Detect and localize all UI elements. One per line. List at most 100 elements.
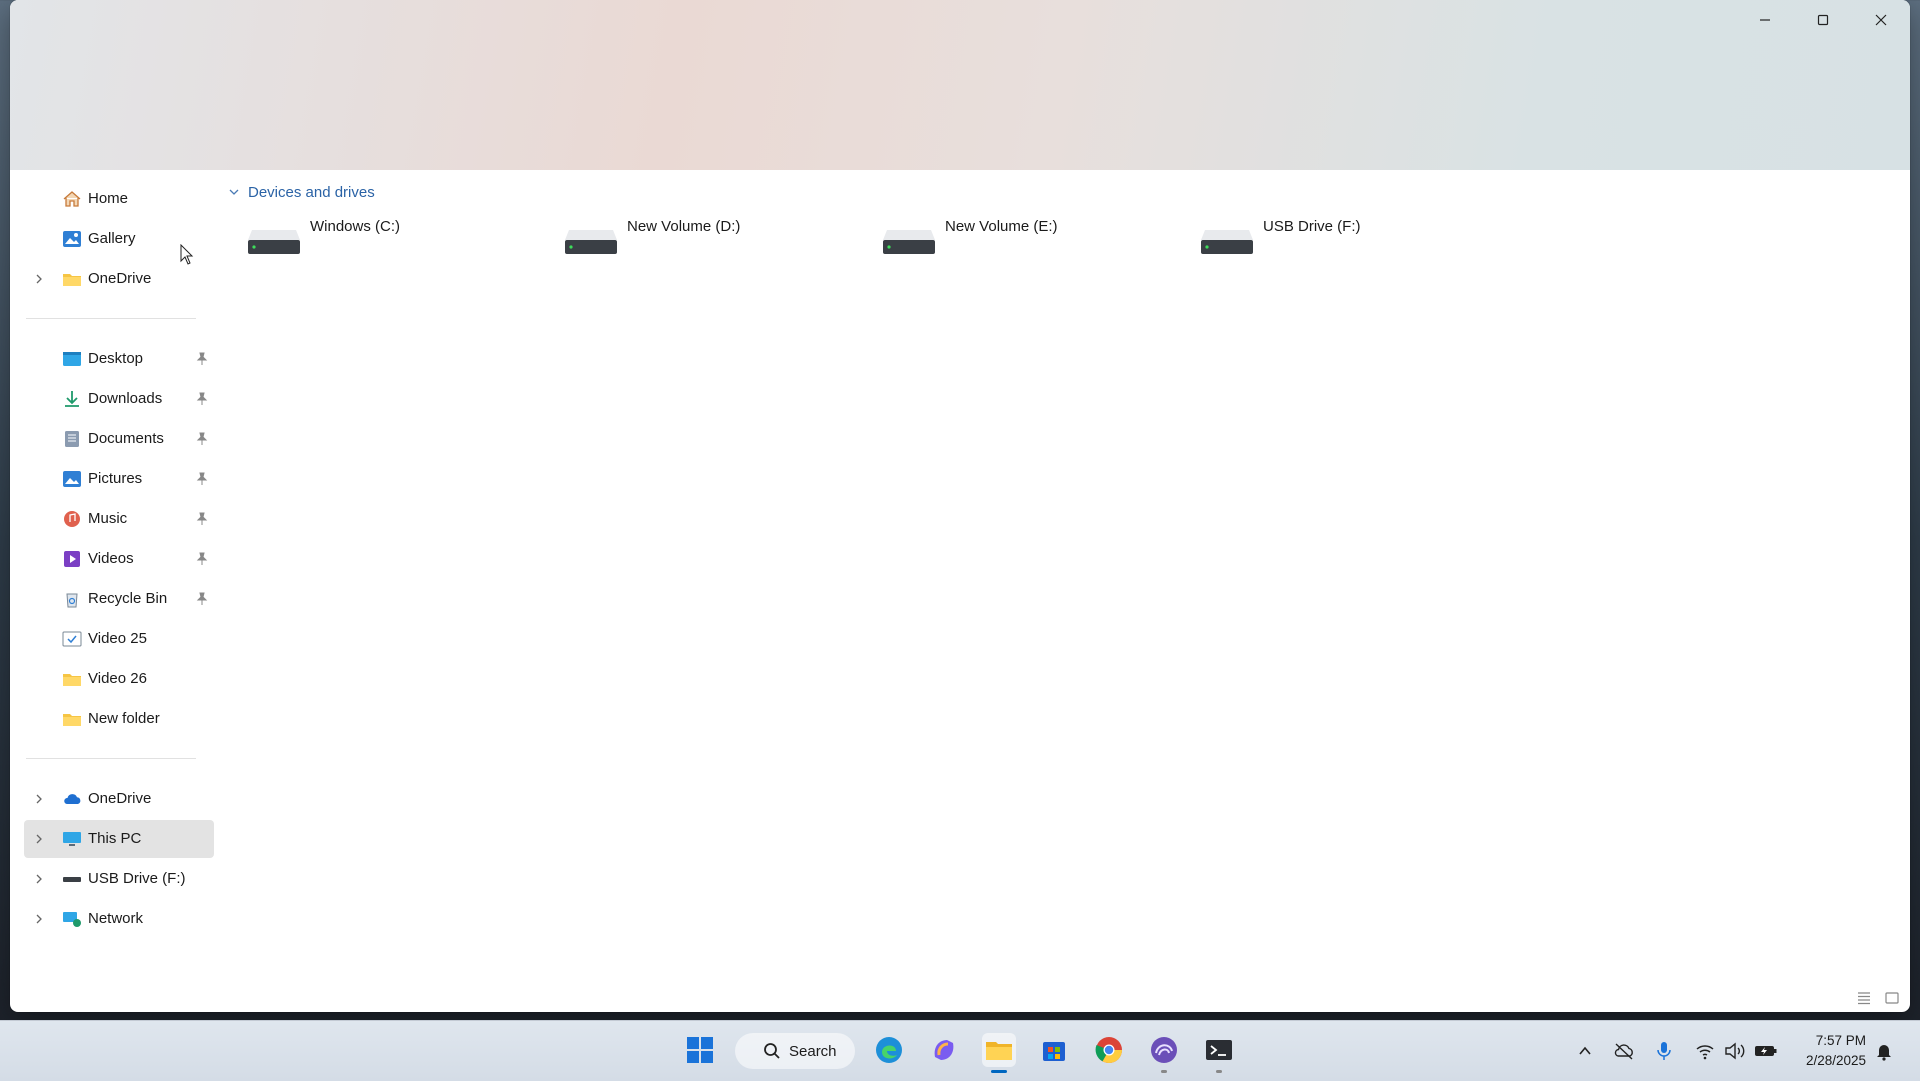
cloud-offline-icon (1614, 1043, 1633, 1060)
hard-drive-icon (565, 230, 617, 254)
close-button[interactable] (1852, 0, 1910, 40)
maximize-button[interactable] (1794, 0, 1852, 40)
desktop-icon (63, 352, 81, 366)
sidebar-item-usb-drive[interactable]: USB Drive (F:) (24, 860, 214, 898)
volume-icon (1725, 1042, 1745, 1060)
documents-icon (65, 431, 79, 447)
pin-icon (196, 592, 208, 605)
minimize-icon (1760, 19, 1770, 21)
terminal-icon (1206, 1040, 1232, 1060)
pin-icon (196, 392, 208, 405)
maximize-icon (1817, 14, 1829, 26)
chevron-right-icon[interactable] (34, 872, 44, 886)
battery-status[interactable] (1754, 1039, 1778, 1063)
sidebar-item-label: OneDrive (88, 790, 152, 807)
sidebar-item-desktop[interactable]: Desktop (24, 340, 214, 378)
sidebar-item-video-26[interactable]: Video 26 (24, 660, 214, 698)
chevron-up-icon (1579, 1046, 1591, 1055)
music-icon (64, 511, 80, 527)
taskbar-search[interactable]: Search (735, 1033, 855, 1069)
sidebar-item-home[interactable]: Home (24, 180, 214, 218)
taskbar-edge[interactable] (872, 1033, 906, 1067)
pin-icon (196, 352, 208, 365)
edge-icon (876, 1037, 902, 1063)
notification-bell-icon (1877, 1045, 1891, 1061)
drive-name: Windows (C:) (310, 218, 401, 235)
drive-f[interactable]: USB Drive (F:) (1199, 218, 1499, 278)
start-button[interactable] (683, 1033, 717, 1067)
sidebar-item-label: Network (88, 910, 144, 927)
sidebar-item-label: Videos (88, 550, 134, 567)
sidebar-item-video-25[interactable]: Video 25 (24, 620, 214, 658)
sidebar-item-this-pc[interactable]: This PC (24, 820, 214, 858)
copilot-icon (934, 1040, 954, 1060)
taskbar-copilot[interactable] (927, 1033, 961, 1067)
sidebar-item-music[interactable]: Music (24, 500, 214, 538)
show-hidden-icons-button[interactable] (1573, 1039, 1597, 1063)
chevron-right-icon[interactable] (34, 832, 44, 846)
drive-e[interactable]: New Volume (E:) (881, 218, 1181, 278)
home-icon (63, 191, 81, 207)
wifi-status[interactable] (1693, 1039, 1717, 1063)
details-view-icon (1858, 992, 1870, 1005)
main-content: Devices and drives Windows (C:) New Volu… (220, 170, 1910, 1012)
network-icon (63, 912, 81, 927)
sidebar-item-label: Pictures (88, 470, 143, 487)
start-icon (687, 1037, 713, 1063)
devices-and-drives-header[interactable]: Devices and drives (228, 182, 375, 202)
drive-d[interactable]: New Volume (D:) (563, 218, 863, 278)
volume-control[interactable] (1723, 1039, 1747, 1063)
taskbar-store[interactable] (1037, 1033, 1071, 1067)
drive-name: USB Drive (F:) (1263, 218, 1361, 235)
taskbar-chrome[interactable] (1092, 1033, 1126, 1067)
sidebar-item-documents[interactable]: Documents (24, 420, 214, 458)
sidebar-item-label: This PC (88, 830, 142, 847)
sidebar-item-downloads[interactable]: Downloads (24, 380, 214, 418)
view-toggle (1856, 990, 1900, 1006)
sidebar-item-label: Video 26 (88, 670, 147, 687)
details-view-button[interactable] (1856, 990, 1872, 1006)
running-indicator (1161, 1070, 1167, 1073)
videos-icon (64, 551, 80, 567)
hard-drive-icon (248, 230, 300, 254)
sidebar-item-onedrive[interactable]: OneDrive (24, 780, 214, 818)
app-icon (1151, 1037, 1177, 1063)
notifications-button[interactable] (1872, 1039, 1896, 1063)
folder-check-icon (62, 631, 82, 647)
download-icon (65, 391, 79, 407)
sidebar-item-recycle-bin[interactable]: Recycle Bin (24, 580, 214, 618)
pin-icon (196, 512, 208, 525)
clock-date: 2/28/2025 (1805, 1053, 1866, 1068)
taskbar-file-explorer[interactable] (982, 1033, 1016, 1073)
sidebar-item-pictures[interactable]: Pictures (24, 460, 214, 498)
wifi-icon (1696, 1045, 1714, 1060)
battery-charging-icon (1755, 1046, 1777, 1056)
sidebar-separator (26, 318, 196, 319)
taskbar-terminal[interactable] (1202, 1033, 1236, 1073)
pin-icon (196, 552, 208, 565)
sidebar-item-label: Home (88, 190, 129, 207)
sidebar-item-videos[interactable]: Videos (24, 540, 214, 578)
tiles-view-button[interactable] (1884, 990, 1900, 1006)
window-controls (1736, 0, 1910, 40)
recycle-bin-icon (66, 593, 78, 608)
drive-c[interactable]: Windows (C:) (246, 218, 546, 278)
chevron-right-icon[interactable] (34, 912, 44, 926)
hard-drive-icon (883, 230, 935, 254)
minimize-button[interactable] (1736, 0, 1794, 40)
onedrive-status[interactable] (1612, 1039, 1636, 1063)
system-clock[interactable]: 7:57 PM 2/28/2025 (1790, 1031, 1866, 1071)
sidebar-item-network[interactable]: Network (24, 900, 214, 938)
microphone-status[interactable] (1652, 1039, 1676, 1063)
drive-name: New Volume (D:) (627, 218, 741, 235)
chevron-right-icon[interactable] (34, 272, 44, 286)
pin-icon (196, 432, 208, 445)
folder-icon (63, 274, 81, 286)
folder-icon (63, 674, 81, 686)
cloud-icon (64, 794, 81, 804)
chevron-right-icon[interactable] (34, 792, 44, 806)
sidebar-item-label: Gallery (88, 230, 136, 247)
active-indicator (991, 1070, 1007, 1073)
sidebar-item-new-folder[interactable]: New folder (24, 700, 214, 738)
taskbar-app[interactable] (1147, 1033, 1181, 1073)
